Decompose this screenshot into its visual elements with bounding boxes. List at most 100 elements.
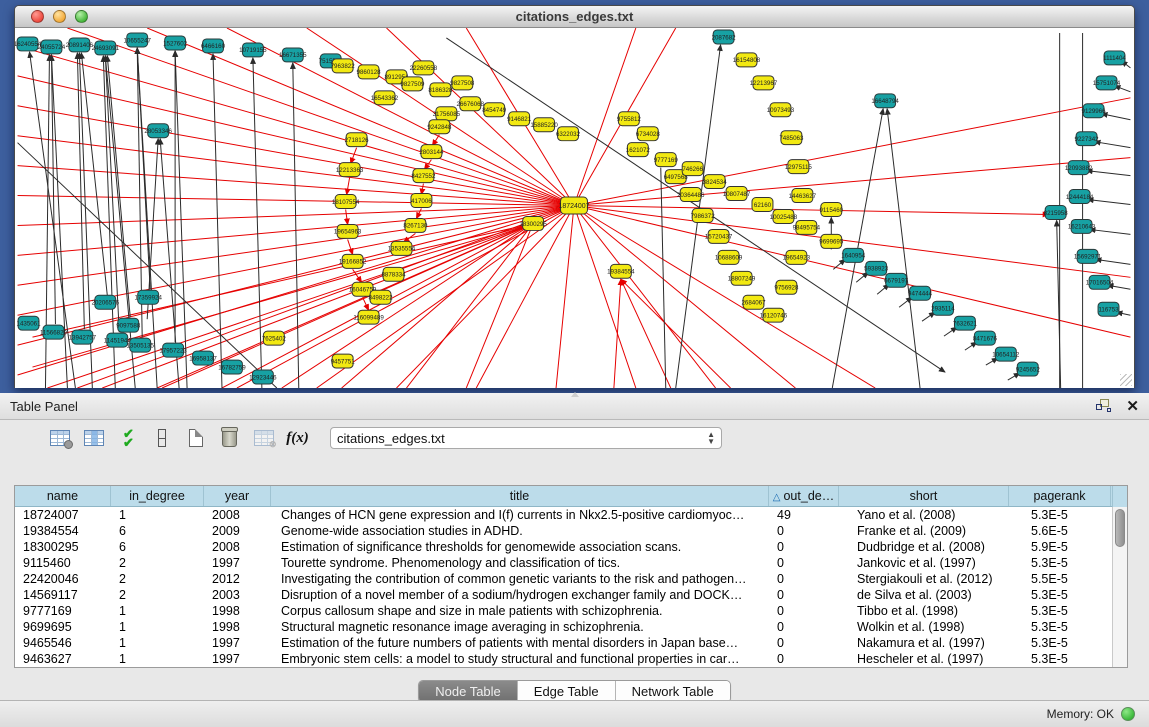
graph-node[interactable]: 9115460	[819, 203, 843, 217]
graph-node[interactable]: 14463627	[789, 189, 817, 203]
graph-node[interactable]: 12923446	[249, 370, 277, 384]
panel-divider-handle[interactable]	[571, 392, 579, 397]
graph-node[interactable]: 15885220	[530, 118, 558, 132]
function-builder-icon[interactable]: f(x)	[284, 425, 311, 451]
graph-node[interactable]: 9242848	[427, 120, 452, 134]
graph-node[interactable]: 7485063	[779, 131, 804, 145]
graph-node[interactable]: 6466160	[201, 39, 226, 53]
table-cell[interactable]: 1997	[204, 555, 271, 571]
graph-node[interactable]: 17957223	[159, 343, 187, 357]
table-cell[interactable]: 1997	[204, 651, 271, 667]
table-cell[interactable]: de Silva et al. (2003)	[839, 587, 1009, 603]
graph-node[interactable]: 18300295	[519, 216, 547, 230]
graph-node[interactable]: 31756085	[433, 107, 461, 121]
table-cell[interactable]: 1997	[204, 635, 271, 651]
table-row[interactable]: 1830029562008Estimation of significance …	[15, 539, 1127, 555]
graph-node[interactable]: 19384554	[607, 264, 635, 278]
graph-node[interactable]: 19166852	[339, 254, 367, 268]
graph-node[interactable]: 18807249	[728, 271, 756, 285]
graph-node[interactable]: 2935114	[931, 301, 955, 315]
table-cell[interactable]: Franke et al. (2009)	[839, 523, 1009, 539]
table-mode-icon[interactable]	[46, 425, 73, 451]
graph-node[interactable]: 15751074	[1093, 76, 1121, 90]
delete-columns-icon[interactable]	[216, 425, 243, 451]
graph-node[interactable]: 8186328	[428, 83, 453, 97]
resize-grip-icon[interactable]	[1120, 374, 1132, 386]
table-cell[interactable]: 2	[111, 587, 204, 603]
table-cell[interactable]: 0	[769, 635, 839, 651]
graph-node[interactable]: 9129966	[1082, 104, 1107, 118]
graph-node[interactable]: 24055724	[38, 40, 66, 54]
table-cell[interactable]: 2009	[204, 523, 271, 539]
vertical-scrollbar[interactable]	[1112, 507, 1127, 667]
table-cell[interactable]: 1	[111, 507, 204, 523]
float-panel-icon[interactable]	[1096, 399, 1112, 413]
graph-node[interactable]: 2803144	[419, 145, 444, 159]
graph-node[interactable]: 6322032	[556, 127, 581, 141]
table-cell[interactable]: 1	[111, 651, 204, 667]
graph-node[interactable]: 8471676	[973, 331, 998, 345]
graph-node[interactable]: 24693091	[92, 41, 120, 55]
graph-node[interactable]: 8454749	[482, 103, 507, 117]
table-cell[interactable]: 0	[769, 651, 839, 667]
graph-node[interactable]: 116753	[1098, 302, 1119, 316]
table-cell[interactable]: 0	[769, 603, 839, 619]
graph-node[interactable]: 9755812	[617, 112, 642, 126]
graph-node[interactable]: 13942757	[69, 330, 97, 344]
table-cell[interactable]: 2	[111, 555, 204, 571]
show-columns-icon[interactable]	[80, 425, 107, 451]
graph-node[interactable]: 7963822	[331, 59, 356, 73]
graph-node[interactable]: 2718126	[345, 133, 370, 147]
graph-node[interactable]: 9227342	[1075, 132, 1100, 146]
table-cell[interactable]: 2008	[204, 507, 271, 523]
graph-node[interactable]: 8267130	[403, 218, 428, 232]
graph-node[interactable]: 417006	[411, 194, 432, 208]
table-cell[interactable]: 18300295	[15, 539, 111, 555]
graph-node[interactable]: 1111404	[1103, 51, 1126, 65]
graph-node[interactable]: 11566829	[40, 325, 68, 339]
graph-node[interactable]: 7986372	[691, 208, 716, 222]
graph-node[interactable]: 15692971	[1074, 249, 1102, 263]
graph-node[interactable]: 9756928	[774, 280, 799, 294]
zoom-traffic-light-icon[interactable]	[75, 10, 88, 23]
table-cell[interactable]: 5.3E-5	[1009, 619, 1111, 635]
graph-node[interactable]: 28053346	[144, 124, 172, 138]
table-row[interactable]: 1456911722003Disruption of a novel membe…	[15, 587, 1127, 603]
column-header-short[interactable]: short	[839, 486, 1009, 506]
table-cell[interactable]: 0	[769, 555, 839, 571]
graph-node[interactable]: 16120746	[760, 308, 788, 322]
graph-node[interactable]: 18724007	[558, 197, 589, 214]
graph-node[interactable]: 19654963	[334, 224, 362, 238]
table-cell[interactable]: 22420046	[15, 571, 111, 587]
graph-node[interactable]: 12093882	[1065, 161, 1093, 175]
graph-node[interactable]: 2684067	[741, 295, 766, 309]
graph-node[interactable]: 16154808	[733, 53, 761, 67]
table-cell[interactable]: Wolkin et al. (1998)	[839, 619, 1009, 635]
graph-node[interactable]: 9457751	[331, 354, 356, 368]
table-cell[interactable]: 0	[769, 571, 839, 587]
table-row[interactable]: 1872400712008Changes of HCN gene express…	[15, 507, 1127, 523]
table-cell[interactable]: Estimation of significance thresholds fo…	[271, 539, 769, 555]
table-cell[interactable]: Corpus callosum shape and size in male p…	[271, 603, 769, 619]
table-cell[interactable]: 1	[111, 619, 204, 635]
table-row[interactable]: 946554611997Estimation of the future num…	[15, 635, 1127, 651]
tab-edge-table[interactable]: Edge Table	[518, 681, 616, 702]
graph-node[interactable]: 10655247	[123, 33, 151, 47]
graph-node[interactable]: 1640954	[841, 248, 866, 262]
table-cell[interactable]: 9699695	[15, 619, 111, 635]
table-cell[interactable]: 14569117	[15, 587, 111, 603]
column-header-name[interactable]: name	[15, 486, 111, 506]
graph-node[interactable]: 10688609	[715, 250, 743, 264]
table-cell[interactable]: Estimation of the future numbers of pati…	[271, 635, 769, 651]
column-header-out-degree[interactable]: △out_de…	[769, 486, 839, 506]
table-cell[interactable]: 5.9E-5	[1009, 539, 1111, 555]
close-traffic-light-icon[interactable]	[31, 10, 44, 23]
table-row[interactable]: 1938455462009Genome-wide association stu…	[15, 523, 1127, 539]
table-cell[interactable]: Yano et al. (2008)	[839, 507, 1009, 523]
graph-node[interactable]: 10654112	[992, 347, 1020, 361]
tab-network-table[interactable]: Network Table	[616, 681, 730, 702]
table-cell[interactable]: 5.3E-5	[1009, 603, 1111, 619]
table-cell[interactable]: 5.6E-5	[1009, 523, 1111, 539]
table-cell[interactable]: Tibbo et al. (1998)	[839, 603, 1009, 619]
table-cell[interactable]: Changes of HCN gene expression and I(f) …	[271, 507, 769, 523]
